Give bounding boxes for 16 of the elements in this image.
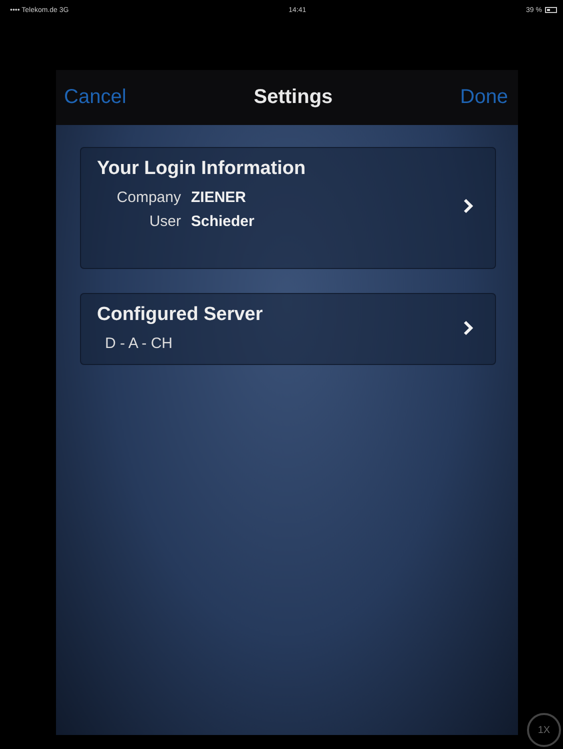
field-label: User [148, 213, 181, 230]
cancel-button[interactable]: Cancel [64, 86, 126, 109]
field-value: ZIENER [191, 189, 248, 206]
settings-card[interactable]: Your Login Information Company ZIENER User Schieder [80, 147, 496, 269]
done-button[interactable]: Done [460, 86, 508, 109]
field-value: Schieder [191, 213, 256, 230]
card-title: Your Login Information [97, 158, 306, 180]
field-label: Company [116, 189, 181, 206]
settings-card[interactable]: Configured Server D - A - CH [80, 293, 496, 365]
battery-icon [544, 7, 557, 13]
screen-title: Settings [254, 86, 333, 109]
chevron-icon [463, 198, 473, 214]
card-title: Configured Server [97, 304, 263, 326]
chevron-icon [463, 320, 473, 336]
field-value: D - A - CH [104, 335, 174, 352]
zoom-button[interactable]: 1X [527, 713, 561, 747]
